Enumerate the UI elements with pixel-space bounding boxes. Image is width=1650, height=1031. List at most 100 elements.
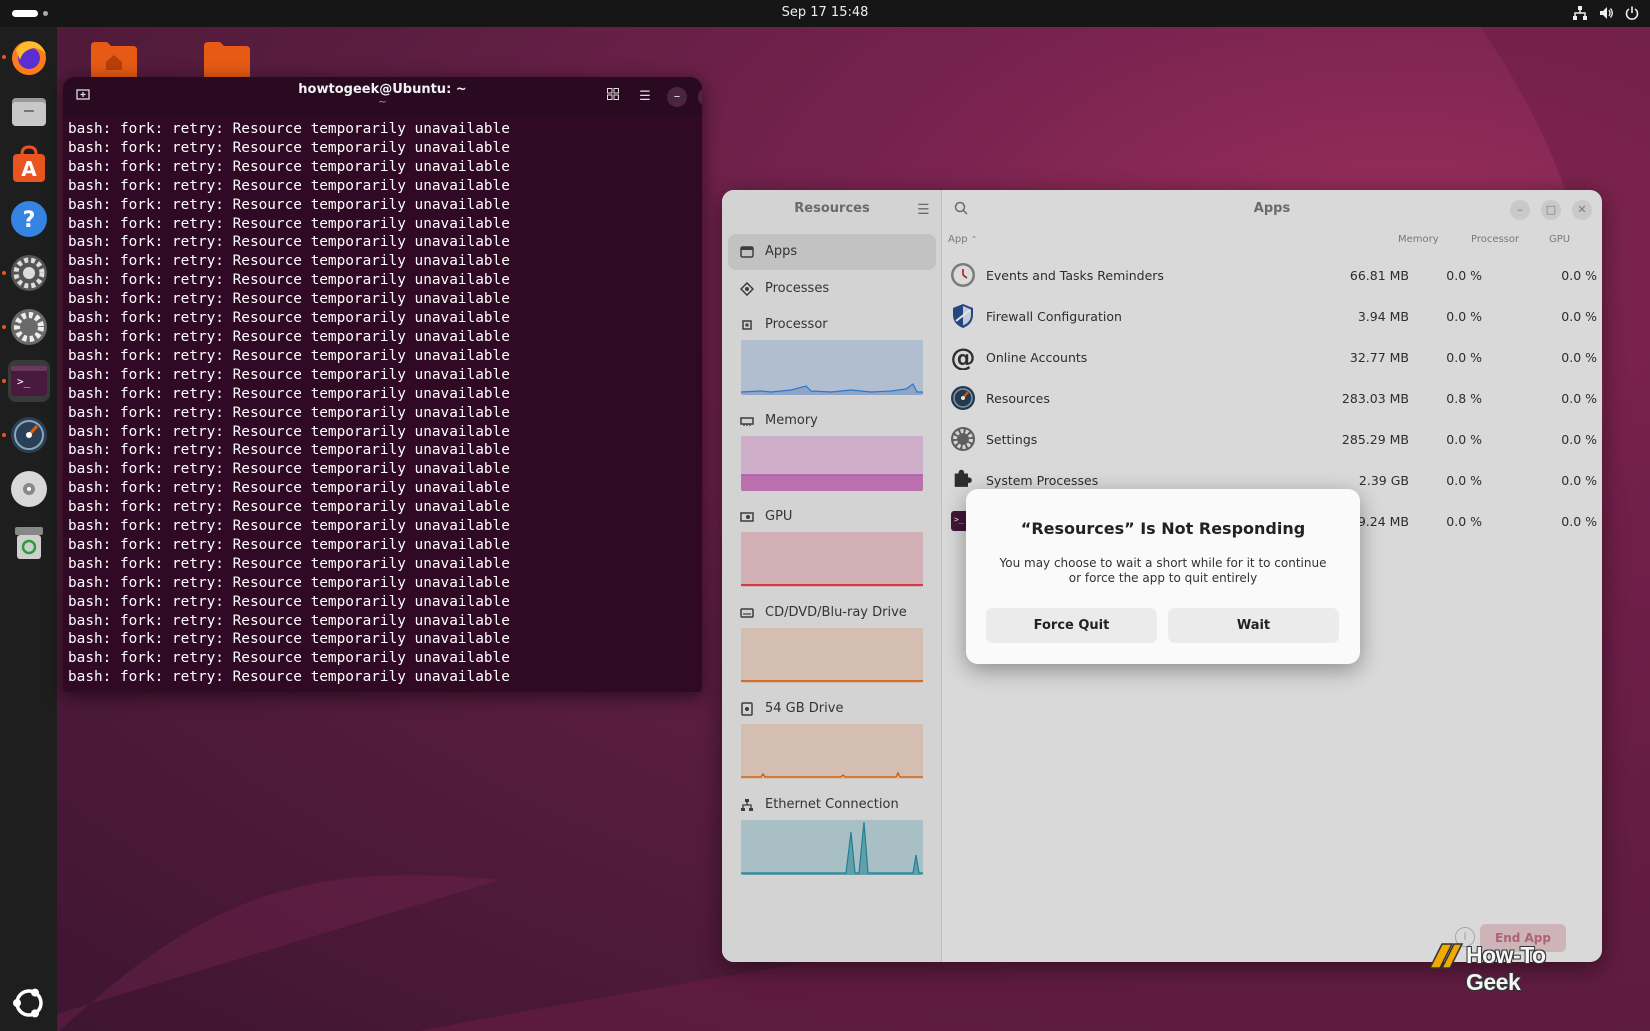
watermark-text: How-To Geek xyxy=(1466,942,1546,995)
processor-graph xyxy=(741,340,923,395)
terminal-line: bash: fork: retry: Resource temporarily … xyxy=(68,215,510,232)
resources-icon[interactable] xyxy=(2,414,50,456)
minimize-icon[interactable]: – xyxy=(667,87,687,107)
svg-text:?: ? xyxy=(23,208,36,233)
power-icon[interactable] xyxy=(1624,5,1640,21)
app-center-icon[interactable]: A xyxy=(8,144,50,186)
terminal-line: bash: fork: retry: Resource temporarily … xyxy=(68,291,510,308)
ubuntu-apps-icon[interactable] xyxy=(8,982,50,1024)
table-row[interactable]: Resources 283.03 MB 0.8 % 0.0 % xyxy=(944,378,1602,419)
terminal-line: bash: fork: retry: Resource temporarily … xyxy=(68,158,510,175)
table-row[interactable]: Firewall Configuration 3.94 MB 0.0 % 0.0… xyxy=(944,296,1602,337)
gpu-graph xyxy=(741,532,923,587)
firefox-icon[interactable] xyxy=(2,36,50,78)
resources-sidebar: Resources ☰ Apps Processes Processor Mem… xyxy=(722,190,942,962)
terminal-line: bash: fork: retry: Resource temporarily … xyxy=(68,177,510,194)
table-row[interactable]: Events and Tasks Reminders 66.81 MB 0.0 … xyxy=(944,255,1602,296)
sidebar-item-label: GPU xyxy=(765,509,793,524)
maximize-icon[interactable]: □ xyxy=(1541,200,1561,220)
terminal-line: bash: fork: retry: Resource temporarily … xyxy=(68,347,510,364)
sidebar-item-drive[interactable]: 54 GB Drive xyxy=(728,691,936,727)
not-responding-dialog: “Resources” Is Not Responding You may ch… xyxy=(966,489,1360,664)
sidebar-item-processes[interactable]: Processes xyxy=(728,271,936,307)
files-icon[interactable] xyxy=(8,90,50,132)
sidebar-item-label: Ethernet Connection xyxy=(765,797,899,812)
home-folder-icon[interactable] xyxy=(89,40,139,78)
table-row[interactable]: @ Online Accounts 32.77 MB 0.0 % 0.0 % xyxy=(944,337,1602,378)
dialog-title: “Resources” Is Not Responding xyxy=(1020,519,1306,538)
system-tray[interactable] xyxy=(1572,5,1640,21)
terminal-line: bash: fork: retry: Resource temporarily … xyxy=(68,574,510,591)
trash-icon[interactable] xyxy=(8,522,50,564)
terminal-line: bash: fork: retry: Resource temporarily … xyxy=(68,518,510,535)
disc-drive-icon xyxy=(740,606,754,620)
terminal-line: bash: fork: retry: Resource temporarily … xyxy=(68,234,510,251)
terminal-line: bash: fork: retry: Resource temporarily … xyxy=(68,555,510,572)
clock[interactable]: Sep 17 15:48 xyxy=(0,5,1650,20)
disc-icon[interactable] xyxy=(8,468,50,510)
tab-overview-icon[interactable] xyxy=(603,87,623,107)
dock: A ? >_ xyxy=(0,27,57,1031)
terminal-line: bash: fork: retry: Resource temporarily … xyxy=(68,593,510,610)
network-icon[interactable] xyxy=(1572,5,1588,21)
terminal-line: bash: fork: retry: Resource temporarily … xyxy=(68,139,510,156)
howtogeek-logo-icon xyxy=(1428,943,1464,969)
sidebar-item-processor[interactable]: Processor xyxy=(728,307,936,343)
drive-icon xyxy=(740,702,754,716)
settings-icon[interactable] xyxy=(2,252,50,294)
terminal-line: bash: fork: retry: Resource temporarily … xyxy=(68,650,510,667)
column-header-gpu[interactable]: GPU xyxy=(1549,234,1570,245)
drive-graph xyxy=(741,724,923,779)
column-header-processor[interactable]: Processor xyxy=(1471,234,1519,245)
sidebar-item-gpu[interactable]: GPU xyxy=(728,499,936,535)
terminal-line: bash: fork: retry: Resource temporarily … xyxy=(68,499,510,516)
close-icon[interactable]: ✕ xyxy=(1572,200,1592,220)
terminal-line: bash: fork: retry: Resource temporarily … xyxy=(68,196,510,213)
sidebar-item-memory[interactable]: Memory xyxy=(728,403,936,439)
terminal-line: bash: fork: retry: Resource temporarily … xyxy=(68,385,510,402)
settings-icon-2[interactable] xyxy=(2,306,50,348)
reminders-icon xyxy=(950,262,976,288)
terminal-line: bash: fork: retry: Resource temporarily … xyxy=(68,272,510,289)
column-header-memory[interactable]: Memory xyxy=(1398,234,1439,245)
processor-icon xyxy=(740,318,754,332)
sidebar-item-cd-drive[interactable]: CD/DVD/Blu-ray Drive xyxy=(728,595,936,631)
terminal-line: bash: fork: retry: Resource temporarily … xyxy=(68,536,510,553)
settings-icon xyxy=(950,426,976,452)
sidebar-menu-icon[interactable]: ☰ xyxy=(917,202,930,218)
dialog-body: You may choose to wait a short while for… xyxy=(999,556,1327,585)
terminal-line: bash: fork: retry: Resource temporarily … xyxy=(68,404,510,421)
svg-text:>_: >_ xyxy=(17,375,31,388)
sidebar-item-apps[interactable]: Apps xyxy=(728,234,936,270)
hamburger-menu-icon[interactable]: ☰ xyxy=(635,87,655,107)
sidebar-item-label: CD/DVD/Blu-ray Drive xyxy=(765,605,907,620)
minimize-icon[interactable]: – xyxy=(1510,200,1530,220)
column-header-app[interactable]: App ⌃ xyxy=(948,234,977,245)
cd-drive-graph xyxy=(741,628,923,683)
terminal-line: bash: fork: retry: Resource temporarily … xyxy=(68,461,510,478)
svg-text:>_: >_ xyxy=(954,515,964,524)
svg-text:@: @ xyxy=(951,344,976,370)
processes-icon xyxy=(739,281,755,297)
terminal-output[interactable]: bash: fork: retry: Resource temporarily … xyxy=(68,120,698,690)
help-icon[interactable]: ? xyxy=(8,198,50,240)
folder-icon[interactable] xyxy=(202,40,252,78)
table-row[interactable]: Settings 285.29 MB 0.0 % 0.0 % xyxy=(944,419,1602,460)
force-quit-button[interactable]: Force Quit xyxy=(986,608,1157,643)
wait-button[interactable]: Wait xyxy=(1168,608,1339,643)
terminal-line: bash: fork: retry: Resource temporarily … xyxy=(68,480,510,497)
terminal-window[interactable]: howtogeek@Ubuntu: ~ ~ ☰ – □ ✕ bash: fork… xyxy=(63,77,702,692)
sidebar-item-label: Processes xyxy=(765,281,830,296)
gpu-icon xyxy=(740,510,754,524)
sidebar-title: Resources xyxy=(794,201,870,216)
terminal-header[interactable]: howtogeek@Ubuntu: ~ ~ ☰ – □ ✕ xyxy=(63,77,702,117)
terminal-line: bash: fork: retry: Resource temporarily … xyxy=(68,631,510,648)
memory-graph xyxy=(741,436,923,491)
ethernet-graph xyxy=(741,820,923,875)
sort-up-icon: ⌃ xyxy=(970,235,978,244)
memory-icon xyxy=(740,414,754,428)
terminal-icon[interactable]: >_ xyxy=(2,360,50,402)
volume-icon[interactable] xyxy=(1598,5,1614,21)
apps-title: Apps xyxy=(1253,201,1291,216)
sidebar-item-ethernet[interactable]: Ethernet Connection xyxy=(728,787,936,823)
